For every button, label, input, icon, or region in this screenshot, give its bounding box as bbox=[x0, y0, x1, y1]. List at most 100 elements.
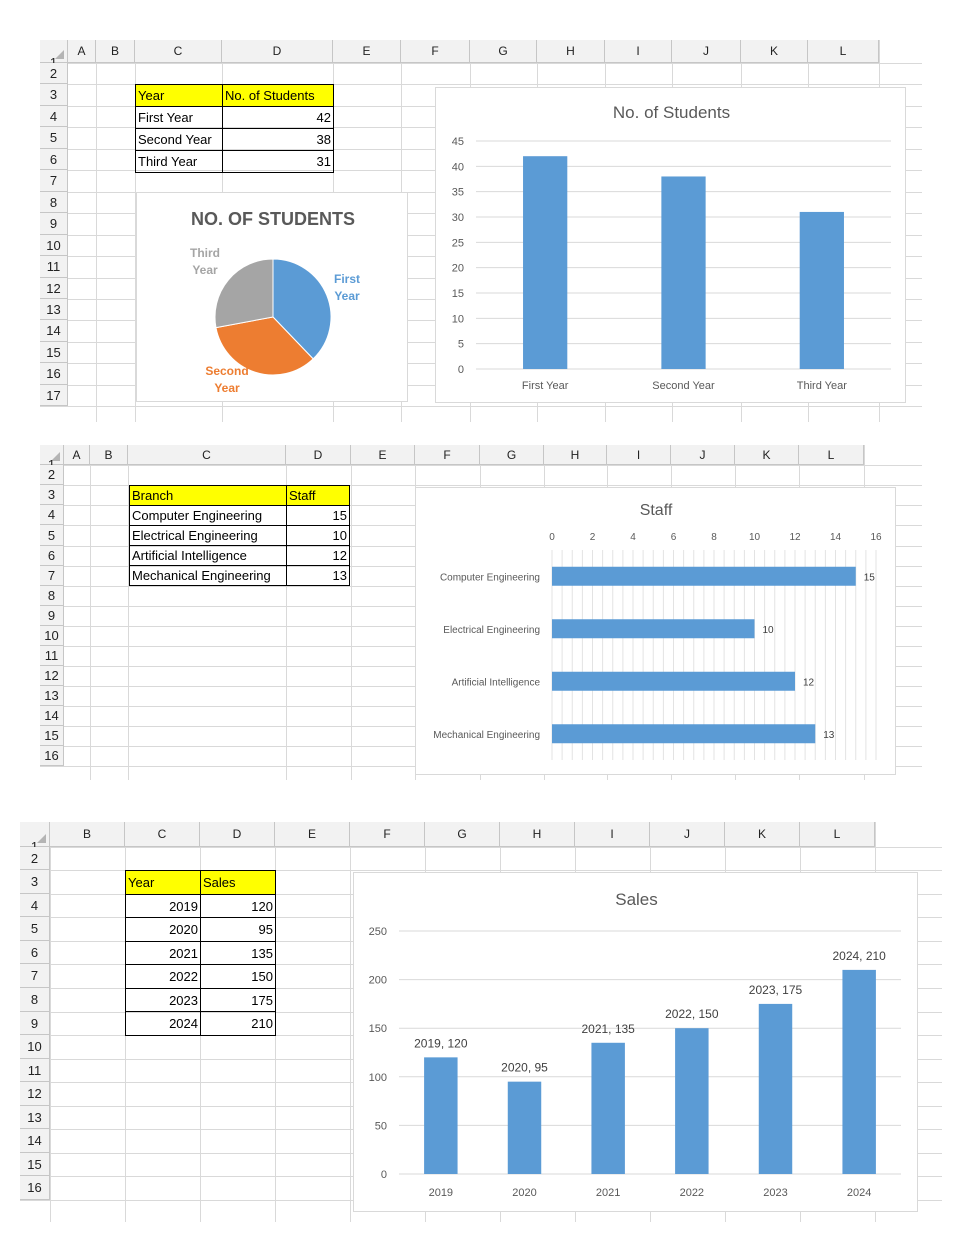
row-header-2[interactable]: 2 bbox=[20, 847, 50, 870]
table-cell[interactable]: 10 bbox=[286, 525, 350, 546]
table-cell[interactable]: 210 bbox=[200, 1011, 276, 1036]
column-header-i[interactable]: I bbox=[607, 445, 671, 465]
column-header-j[interactable]: J bbox=[672, 40, 741, 63]
table-header-cell[interactable]: Year bbox=[135, 84, 223, 107]
table-header-cell[interactable]: Year bbox=[125, 870, 201, 895]
column-header-d[interactable]: D bbox=[286, 445, 351, 465]
row-header-16[interactable]: 16 bbox=[40, 363, 68, 385]
row-header-3[interactable]: 3 bbox=[40, 485, 64, 505]
bar[interactable] bbox=[675, 1028, 709, 1174]
row-header-13[interactable]: 13 bbox=[40, 686, 64, 706]
pie-chart[interactable]: NO. OF STUDENTS First Year Second Year Third Y… bbox=[136, 192, 408, 402]
row-header-11[interactable]: 11 bbox=[40, 646, 64, 666]
table-cell[interactable]: Artificial Intelligence bbox=[129, 545, 287, 566]
column-header-k[interactable]: K bbox=[735, 445, 799, 465]
bar[interactable] bbox=[507, 1081, 542, 1174]
table-cell[interactable]: 42 bbox=[222, 106, 334, 129]
row-header-8[interactable]: 8 bbox=[40, 192, 68, 213]
row-header-16[interactable]: 16 bbox=[20, 1176, 50, 1200]
column-header-h[interactable]: H bbox=[537, 40, 605, 63]
row-header-4[interactable]: 4 bbox=[40, 505, 64, 525]
column-header-d[interactable]: D bbox=[200, 822, 275, 847]
table-cell[interactable]: 120 bbox=[200, 893, 276, 918]
table-cell[interactable]: 38 bbox=[222, 128, 334, 151]
table-cell[interactable]: 150 bbox=[200, 964, 276, 989]
bar[interactable] bbox=[758, 1003, 793, 1174]
row-header-8[interactable]: 8 bbox=[40, 586, 64, 606]
row-header-13[interactable]: 13 bbox=[20, 1106, 50, 1129]
row-header-7[interactable]: 7 bbox=[40, 170, 68, 192]
row-header-3[interactable]: 3 bbox=[40, 84, 68, 106]
row-header-5[interactable]: 5 bbox=[40, 127, 68, 149]
column-header-j[interactable]: J bbox=[671, 445, 735, 465]
row-header-11[interactable]: 11 bbox=[40, 256, 68, 278]
column-header-e[interactable]: E bbox=[275, 822, 350, 847]
row-header-14[interactable]: 14 bbox=[40, 320, 68, 342]
row-header-8[interactable]: 8 bbox=[20, 988, 50, 1012]
column-header-g[interactable]: G bbox=[425, 822, 500, 847]
column-header-a[interactable]: A bbox=[64, 445, 90, 465]
row-header-6[interactable]: 6 bbox=[40, 149, 68, 170]
column-header-b[interactable]: B bbox=[90, 445, 128, 465]
table-cell[interactable]: 15 bbox=[286, 505, 350, 526]
table-cell[interactable]: Third Year bbox=[135, 150, 223, 173]
column-header-k[interactable]: K bbox=[741, 40, 808, 63]
table-cell[interactable]: 2019 bbox=[125, 893, 201, 918]
table-cell[interactable]: 2021 bbox=[125, 940, 201, 965]
bar[interactable] bbox=[552, 566, 856, 586]
row-header-9[interactable]: 9 bbox=[40, 213, 68, 235]
table-cell[interactable]: 95 bbox=[200, 917, 276, 942]
table-header-cell[interactable]: Branch bbox=[129, 485, 287, 506]
row-header-12[interactable]: 12 bbox=[20, 1082, 50, 1106]
row-header-3[interactable]: 3 bbox=[20, 870, 50, 894]
row-header-15[interactable]: 15 bbox=[40, 726, 64, 746]
row-header-4[interactable]: 4 bbox=[20, 894, 50, 917]
row-header-11[interactable]: 11 bbox=[20, 1059, 50, 1082]
row-header-14[interactable]: 14 bbox=[20, 1129, 50, 1153]
column-header-k[interactable]: K bbox=[725, 822, 800, 847]
row-header-10[interactable]: 10 bbox=[20, 1035, 50, 1059]
column-header-f[interactable]: F bbox=[350, 822, 425, 847]
column-header-h[interactable]: H bbox=[500, 822, 575, 847]
row-header-12[interactable]: 12 bbox=[40, 666, 64, 686]
row-header-9[interactable]: 9 bbox=[20, 1012, 50, 1035]
column-header-b[interactable]: B bbox=[50, 822, 125, 847]
column-header-c[interactable]: C bbox=[125, 822, 200, 847]
table-cell[interactable]: 31 bbox=[222, 150, 334, 173]
bar[interactable] bbox=[523, 156, 568, 369]
row-header-5[interactable]: 5 bbox=[20, 917, 50, 941]
table-cell[interactable]: Electrical Engineering bbox=[129, 525, 287, 546]
row-header-2[interactable]: 2 bbox=[40, 63, 68, 84]
column-header-i[interactable]: I bbox=[605, 40, 672, 63]
column-header-l[interactable]: L bbox=[808, 40, 879, 63]
column-header-a[interactable]: A bbox=[68, 40, 96, 63]
row-header-7[interactable]: 7 bbox=[40, 566, 64, 586]
column-header-c[interactable]: C bbox=[135, 40, 222, 63]
table-cell[interactable]: Second Year bbox=[135, 128, 223, 151]
bar[interactable] bbox=[842, 969, 876, 1174]
column-header-i[interactable]: I bbox=[575, 822, 650, 847]
row-header-16[interactable]: 16 bbox=[40, 746, 64, 766]
table-header-cell[interactable]: No. of Students bbox=[222, 84, 334, 107]
bar-chart[interactable]: Staff 0 2 4 6 8 10 12 14 16 Computer Engineering 15… bbox=[415, 487, 896, 775]
table-header-cell[interactable]: Sales bbox=[200, 870, 276, 895]
column-header-h[interactable]: H bbox=[544, 445, 607, 465]
column-header-f[interactable]: F bbox=[415, 445, 480, 465]
column-header-g[interactable]: G bbox=[480, 445, 544, 465]
table-cell[interactable]: 2020 bbox=[125, 917, 201, 942]
bar[interactable] bbox=[424, 1057, 458, 1174]
row-header-10[interactable]: 10 bbox=[40, 235, 68, 256]
column-header-j[interactable]: J bbox=[650, 822, 725, 847]
row-header-6[interactable]: 6 bbox=[20, 941, 50, 964]
table-header-cell[interactable]: Staff bbox=[286, 485, 350, 506]
column-header-l[interactable]: L bbox=[799, 445, 864, 465]
table-cell[interactable]: Computer Engineering bbox=[129, 505, 287, 526]
bar[interactable] bbox=[799, 211, 844, 369]
row-header-10[interactable]: 10 bbox=[40, 626, 64, 646]
table-cell[interactable]: 175 bbox=[200, 987, 276, 1012]
column-header-e[interactable]: E bbox=[351, 445, 415, 465]
row-header-5[interactable]: 5 bbox=[40, 525, 64, 546]
bar[interactable] bbox=[552, 619, 755, 639]
row-header-9[interactable]: 9 bbox=[40, 606, 64, 626]
bar[interactable] bbox=[661, 176, 706, 369]
